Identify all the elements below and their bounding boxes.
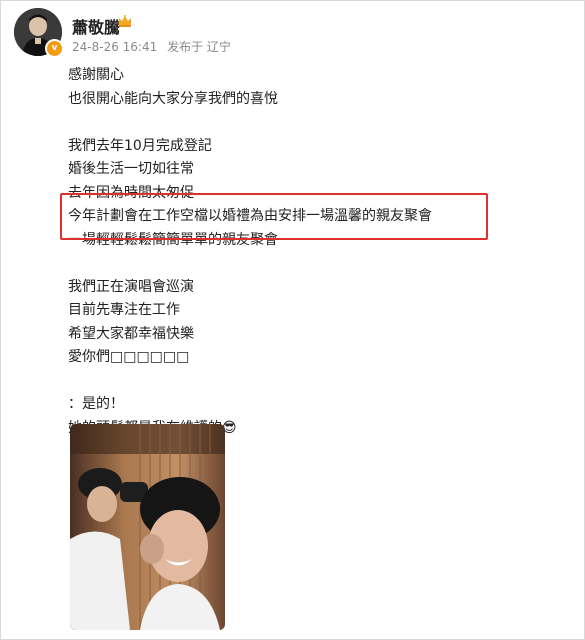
highlight-box [60,193,488,240]
post-body: 感謝關心 也很開心能向大家分享我們的喜悅 我們去年10月完成登記 婚後生活一切如… [68,64,432,440]
author-name[interactable]: 蕭敬騰 [72,14,120,38]
post-line: 感謝關心 [68,67,124,83]
verified-v-badge-icon: v [45,39,64,58]
post-line: 也很開心能向大家分享我們的喜悅 [68,90,278,107]
post-line: 我們正在演唱會巡演 [68,278,194,295]
post-line [68,252,432,276]
post-line [68,370,432,394]
post-line: 我們去年10月完成登記 [68,137,212,154]
post-meta: 24-8-26 16:41 发布于 辽宁 [72,38,237,55]
post-source: 发布于 辽宁 [167,40,231,54]
post-photo[interactable] [70,424,225,630]
crown-icon [119,15,131,27]
post-line: 希望大家都幸福快樂 [68,325,194,342]
post-line: 愛你們□□□□□□ [68,349,190,365]
post-line [68,111,432,135]
post-timestamp: 24-8-26 16:41 [72,40,158,54]
author-avatar[interactable]: v [14,8,64,58]
post-line: ：是的！ [68,396,124,412]
post-line: 婚後生活一切如往常 [68,161,194,177]
post-line: 目前先專注在工作 [68,302,180,318]
